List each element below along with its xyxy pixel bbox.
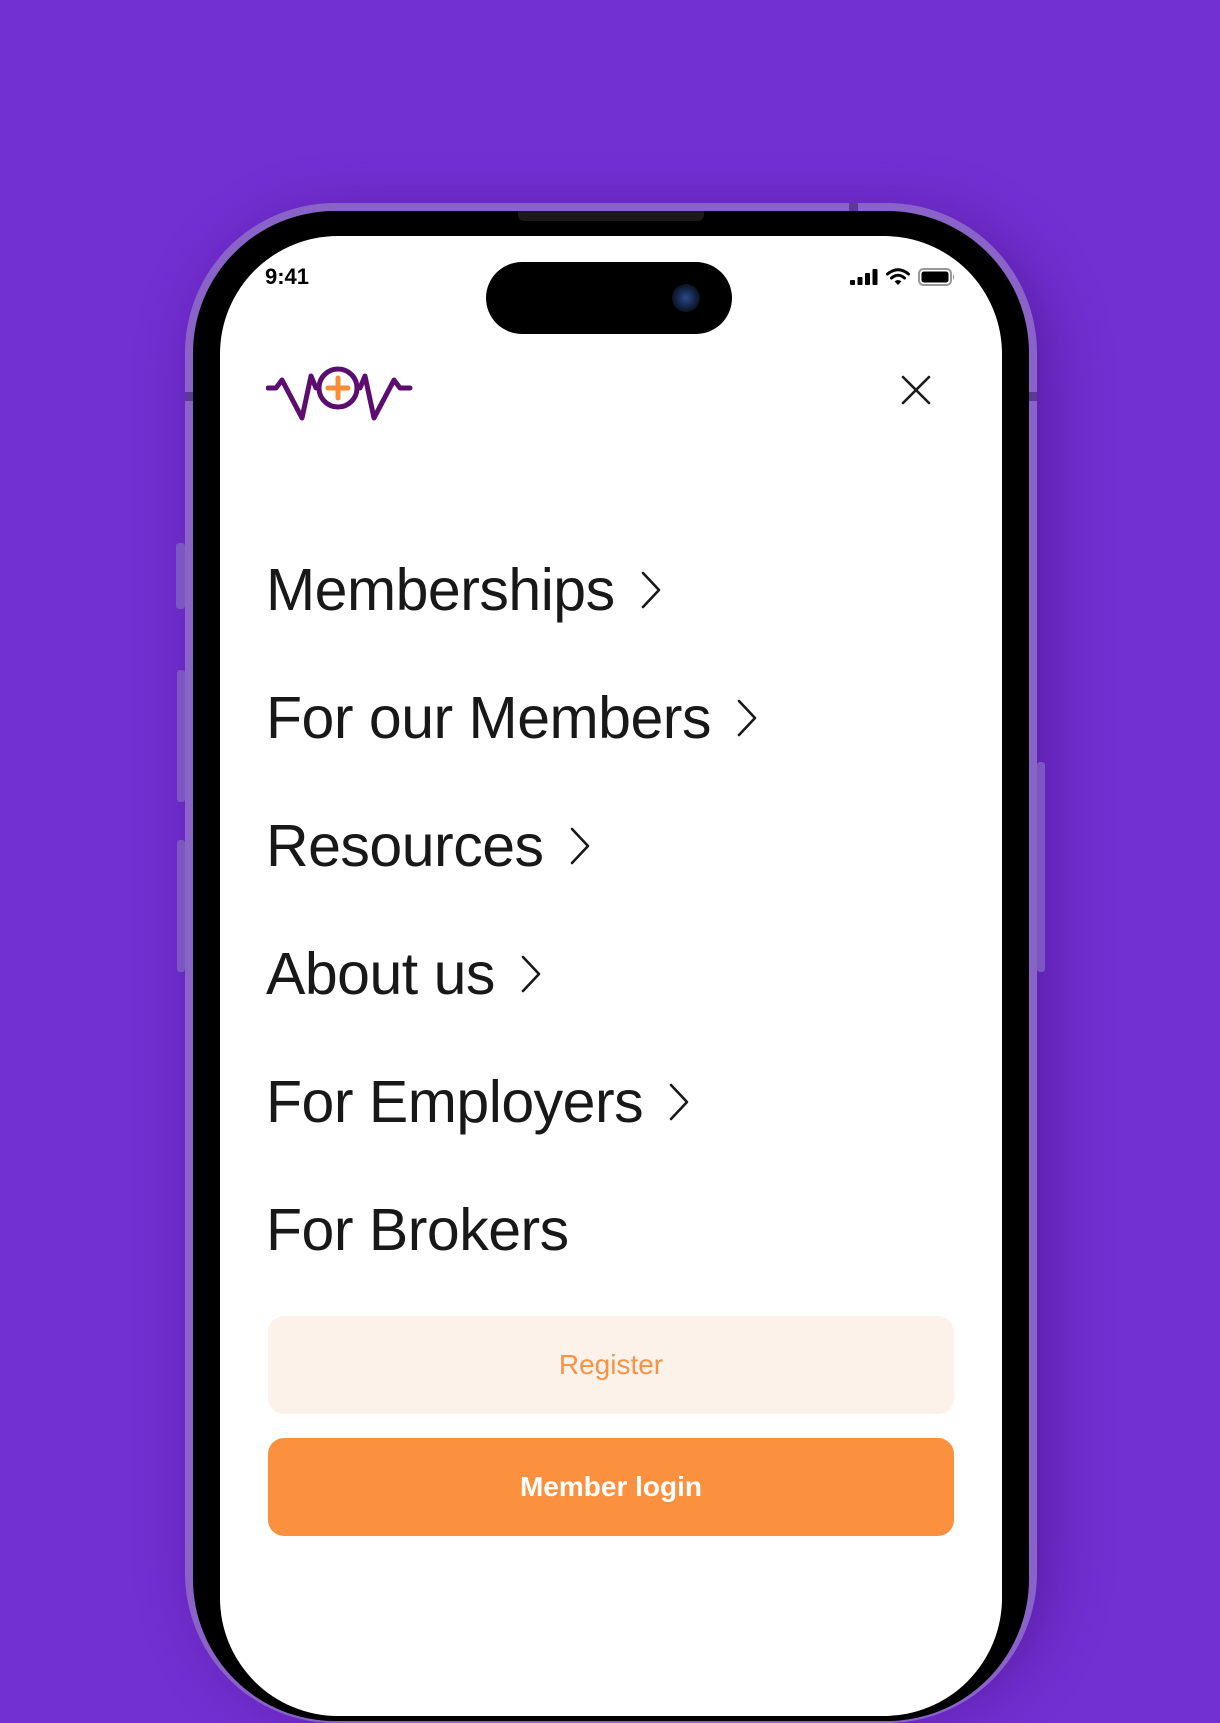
menu-item-for-employers[interactable]: For Employers [266, 1038, 757, 1166]
antenna-band [1029, 392, 1037, 401]
wow-logo[interactable] [265, 362, 414, 427]
power-button [1037, 762, 1045, 972]
close-button[interactable] [900, 374, 932, 406]
status-time: 9:41 [265, 264, 310, 289]
dynamic-island [486, 262, 732, 334]
earpiece-speaker [518, 211, 704, 221]
cellular-signal-icon [850, 269, 878, 285]
phone-screen: 9:41 Memberships For our Members Resourc… [220, 236, 1002, 1716]
wifi-icon [886, 268, 910, 285]
menu-item-for-brokers[interactable]: For Brokers [266, 1166, 757, 1294]
menu-item-for-our-members[interactable]: For our Members [266, 654, 757, 782]
status-icons [850, 268, 956, 286]
chevron-right-icon [570, 827, 590, 865]
volume-down-button [177, 840, 185, 972]
menu-item-resources[interactable]: Resources [266, 782, 757, 910]
action-button [176, 543, 185, 609]
volume-up-button [177, 670, 185, 802]
menu-item-label: For our Members [266, 685, 711, 751]
menu-item-label: Resources [266, 813, 544, 879]
chevron-right-icon [641, 571, 661, 609]
main-menu: Memberships For our Members Resources Ab… [266, 526, 757, 1294]
battery-icon [918, 268, 955, 286]
close-icon [901, 375, 931, 405]
register-button[interactable]: Register [268, 1316, 954, 1414]
menu-item-memberships[interactable]: Memberships [266, 526, 757, 654]
menu-item-label: Memberships [266, 557, 615, 623]
chevron-right-icon [669, 1083, 689, 1121]
camera-icon [672, 284, 700, 312]
member-login-button[interactable]: Member login [268, 1438, 954, 1536]
chevron-right-icon [737, 699, 757, 737]
antenna-band [185, 392, 193, 401]
menu-item-about-us[interactable]: About us [266, 910, 757, 1038]
antenna-band [849, 203, 858, 211]
menu-item-label: About us [266, 941, 495, 1007]
menu-item-label: For Brokers [266, 1197, 569, 1263]
chevron-right-icon [521, 955, 541, 993]
menu-item-label: For Employers [266, 1069, 644, 1135]
